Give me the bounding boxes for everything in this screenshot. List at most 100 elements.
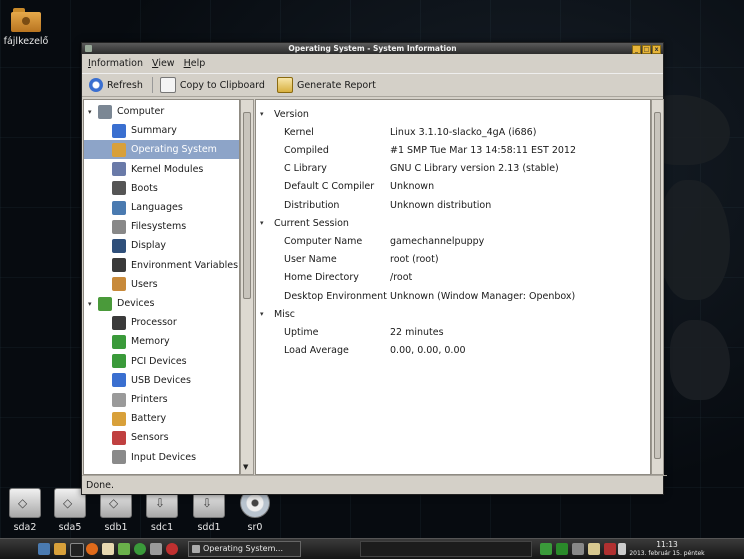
tree-item-label: Memory [131,336,170,348]
info-row[interactable]: Default C Compiler Unknown [256,178,650,196]
window-menu-icon[interactable] [85,45,92,52]
tree-item-processor[interactable]: Processor [84,313,239,332]
section-header[interactable]: ▾ Current Session [256,214,650,232]
tree-item-sensors[interactable]: Sensors [84,428,239,447]
info-row[interactable]: Uptime 22 minutes [256,323,650,341]
tree-item-devices[interactable]: ▾ Devices [84,294,239,313]
refresh-button[interactable]: Refresh [86,75,146,95]
tree-item-label: Sensors [131,432,169,444]
tree-item-boots[interactable]: Boots [84,179,239,198]
info-value: Unknown (Window Manager: Openbox) [390,290,576,302]
expander-icon[interactable]: ▾ [88,108,98,116]
menu-view[interactable]: View [152,58,175,69]
info-row[interactable]: Computer Name gamechannelpuppy [256,232,650,250]
tree-item-languages[interactable]: Languages [84,198,239,217]
info-row[interactable]: User Name root (root) [256,251,650,269]
info-key: Compiled [284,144,329,156]
puppy-icon[interactable] [102,543,114,555]
tree-item-input-devices[interactable]: Input Devices [84,448,239,467]
tree-item-label: Battery [131,413,167,425]
section-expander-icon[interactable]: ▾ [260,310,270,318]
devices-icon [98,296,112,311]
tree-item-computer[interactable]: ▾ Computer [84,102,239,121]
generate-report-button[interactable]: Generate Report [274,75,379,95]
info-value: GNU C Library version 2.13 (stable) [390,163,559,175]
tray-volume-icon[interactable] [618,543,626,555]
settings-icon[interactable] [150,543,162,555]
drive-sda2[interactable]: ◇ sda2 [8,488,42,533]
refresh-icon [89,78,103,92]
tray-monitor-icon[interactable] [572,543,584,555]
pci-icon [112,354,126,369]
tree-item-label: USB Devices [131,374,191,386]
media-player-icon[interactable] [134,543,146,555]
module-icon [112,162,126,177]
info-value: gamechannelpuppy [390,235,485,247]
memory-icon [112,334,126,349]
section-expander-icon[interactable]: ▾ [260,110,270,118]
computer-icon [98,104,112,119]
start-menu-icon[interactable] [38,543,50,555]
tree-item-label: Users [131,278,158,290]
tree-scrollbar[interactable]: ▼ [240,99,254,475]
tree-item-printers[interactable]: Printers [84,390,239,409]
info-row[interactable]: Home Directory/root [256,269,650,287]
tree-item-operating-system[interactable]: Operating System [84,140,239,160]
tray-network-icon[interactable] [540,543,552,555]
tray-update-icon[interactable] [604,543,616,555]
info-row[interactable]: Distribution Unknown distribution [256,196,650,214]
tree-item-label: Input Devices [131,451,197,463]
tree-item-pci-devices[interactable]: PCI Devices [84,352,239,371]
tree-item-kernel-modules[interactable]: Kernel Modules [84,160,239,179]
menu-information[interactable]: Information [88,58,143,69]
info-row[interactable]: Kernel Linux 3.1.10-slacko_4gA (i686) [256,123,650,141]
category-tree: ▾ Computer Summary Operating System Kernel M… [83,99,240,475]
tree-item-environment-variables[interactable]: Environment Variables [84,256,239,275]
scroll-down-arrow-icon[interactable]: ▼ [243,463,248,471]
main-panes: ▾ Computer Summary Operating System Kernel M… [83,99,664,475]
section-title: Current Session [274,217,349,229]
browser-icon[interactable] [86,543,98,555]
details-pane: ▾ Version Kernel Linux 3.1.10-slacko_4gA (i… [255,99,651,475]
minimize-button[interactable]: _ [632,45,641,54]
tray-clipboard-icon[interactable] [588,543,600,555]
section-expander-icon[interactable]: ▾ [260,219,270,227]
tree-item-usb-devices[interactable]: USB Devices [84,371,239,390]
tree-item-summary[interactable]: Summary [84,121,239,140]
details-scrollbar-thumb[interactable] [654,112,661,459]
info-row[interactable]: Compiled #1 SMP Tue Mar 13 14:58:11 EST 2… [256,141,650,159]
file-manager-desktop-icon[interactable]: fájlkezelő [2,8,50,47]
tree-item-memory[interactable]: Memory [84,332,239,351]
tree-item-label: Boots [131,182,158,194]
clock-time: 11:13 [656,540,678,549]
details-scrollbar[interactable] [651,99,664,475]
info-row[interactable]: Load Average 0.00, 0.00, 0.00 [256,342,650,360]
apps-icon[interactable] [118,543,130,555]
tree-scrollbar-thumb[interactable] [243,112,251,299]
expander-icon[interactable]: ▾ [88,300,98,308]
close-button[interactable]: x [652,45,661,54]
info-key: Distribution [284,199,340,211]
section-header[interactable]: ▾ Misc [256,305,650,323]
taskbar: Operating System... 11:13 2013. február … [0,538,744,559]
window-titlebar[interactable]: Operating System - System Information _ … [82,43,663,54]
hard-drive-icon: ◇ [9,488,41,518]
info-row[interactable]: C Library GNU C Library version 2.13 (sta… [256,160,650,178]
info-row[interactable]: Desktop Environment Unknown (Window Manag… [256,287,650,305]
copy-to-clipboard-button[interactable]: Copy to Clipboard [157,75,268,95]
tree-item-users[interactable]: Users [84,275,239,294]
folder-icon [11,8,41,32]
window-title: Operating System - System Information [288,44,457,53]
terminal-icon[interactable] [70,543,84,557]
maximize-button[interactable]: □ [642,45,651,54]
file-manager-icon[interactable] [54,543,66,555]
tree-item-filesystems[interactable]: Filesystems [84,217,239,236]
section-header[interactable]: ▾ Version [256,105,650,123]
tree-item-display[interactable]: Display [84,236,239,255]
clock[interactable]: 11:13 2013. február 15. péntek [626,540,708,558]
tray-cpu-icon[interactable] [556,543,568,555]
menu-help[interactable]: Help [184,58,206,69]
stop-icon[interactable] [166,543,178,555]
tree-item-battery[interactable]: Battery [84,409,239,428]
taskbar-task-operating-system[interactable]: Operating System... [188,541,301,557]
